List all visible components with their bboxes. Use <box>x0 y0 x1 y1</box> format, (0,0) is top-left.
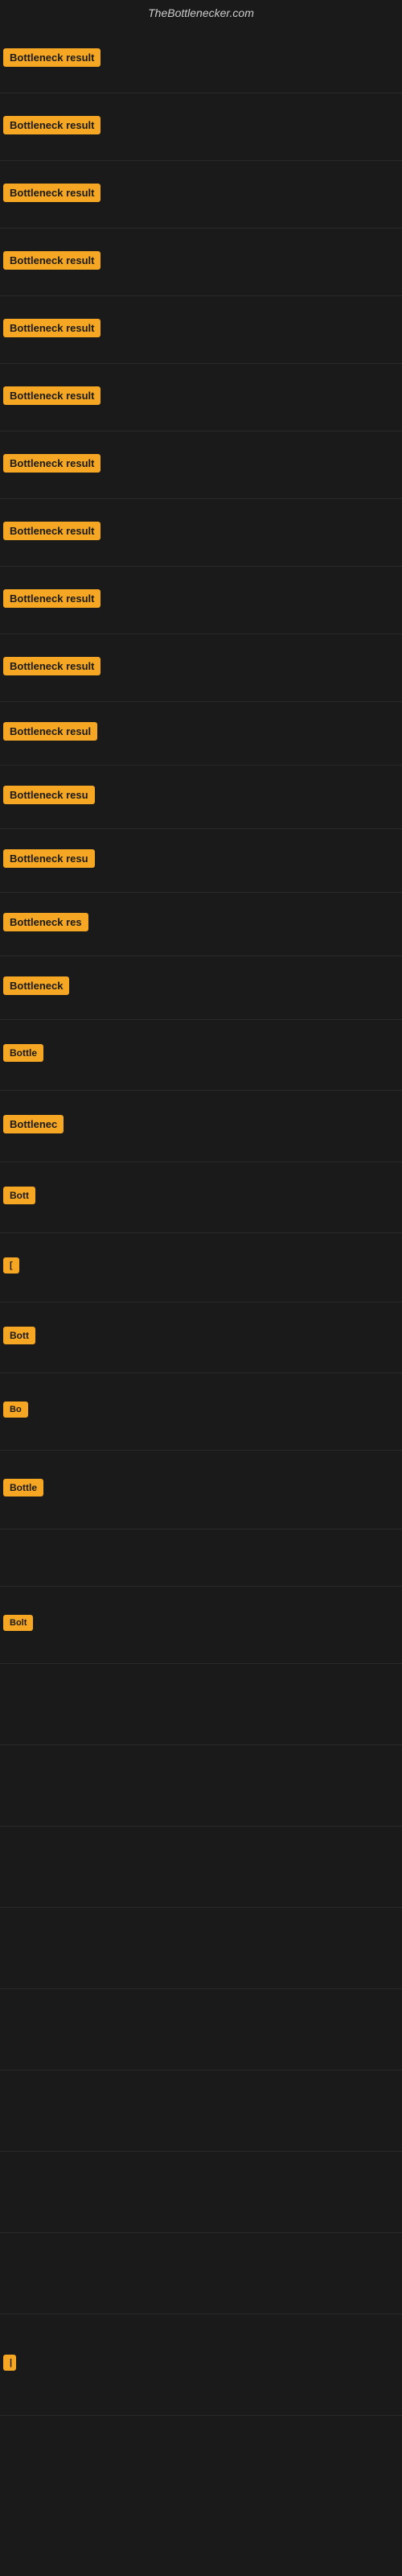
bottleneck-result-badge[interactable]: Bottleneck result <box>3 657 100 675</box>
list-item: Bottleneck result <box>0 229 402 296</box>
bottleneck-result-badge[interactable]: Bottleneck result <box>3 184 100 202</box>
bottleneck-result-badge[interactable]: Bottleneck result <box>3 454 100 473</box>
bottleneck-result-badge[interactable]: Bottleneck <box>3 976 69 995</box>
bottleneck-result-badge[interactable]: Bottleneck result <box>3 319 100 337</box>
list-item: Bottleneck result <box>0 499 402 567</box>
list-item <box>0 2233 402 2314</box>
list-item: Bottleneck result <box>0 161 402 229</box>
site-title: TheBottlenecker.com <box>0 0 402 26</box>
list-item: Bottleneck resu <box>0 766 402 829</box>
list-item <box>0 1530 402 1587</box>
bottleneck-result-badge[interactable]: Bott <box>3 1327 35 1344</box>
list-item: Bottleneck result <box>0 296 402 364</box>
bottleneck-result-badge[interactable]: Bottleneck result <box>3 116 100 134</box>
bottleneck-result-badge[interactable]: Bottleneck resul <box>3 722 97 741</box>
list-item: Bottleneck resul <box>0 702 402 766</box>
list-item: Bottleneck result <box>0 93 402 161</box>
list-item: Bottleneck result <box>0 431 402 499</box>
list-item: Bottleneck resu <box>0 829 402 893</box>
bottleneck-result-badge[interactable]: Bottleneck res <box>3 913 88 931</box>
list-item: Bottle <box>0 1451 402 1530</box>
list-item <box>0 1745 402 1827</box>
list-item: Bott <box>0 1162 402 1233</box>
bottleneck-result-badge[interactable]: Bottleneck result <box>3 48 100 67</box>
bottleneck-result-badge[interactable]: Bottleneck resu <box>3 786 95 804</box>
list-item <box>0 1664 402 1745</box>
bottleneck-result-badge[interactable]: Bottleneck result <box>3 589 100 608</box>
list-item <box>0 1908 402 1989</box>
bottleneck-result-badge[interactable]: Bo <box>3 1402 28 1418</box>
list-item: Bottleneck result <box>0 364 402 431</box>
list-item: Bottlenec <box>0 1091 402 1162</box>
list-item <box>0 2070 402 2152</box>
list-item <box>0 1989 402 2070</box>
bottleneck-result-badge[interactable]: Bottleneck result <box>3 522 100 540</box>
bottleneck-result-badge[interactable]: Bottleneck result <box>3 251 100 270</box>
list-item <box>0 2152 402 2233</box>
list-item: [ <box>0 1233 402 1302</box>
list-item: Bottleneck <box>0 956 402 1020</box>
list-item: | <box>0 2314 402 2416</box>
list-item: Bo <box>0 1373 402 1451</box>
bottleneck-result-badge[interactable]: Bottleneck result <box>3 386 100 405</box>
list-item: Bottleneck res <box>0 893 402 956</box>
list-item: Bolt <box>0 1587 402 1664</box>
bottleneck-result-badge[interactable]: Bottleneck resu <box>3 849 95 868</box>
list-item <box>0 1827 402 1908</box>
bottleneck-result-badge[interactable]: Bottlenec <box>3 1115 64 1133</box>
bottleneck-result-badge[interactable]: | <box>3 2355 16 2371</box>
list-item: Bottleneck result <box>0 634 402 702</box>
bottleneck-result-badge[interactable]: Bolt <box>3 1615 33 1631</box>
list-item: Bottleneck result <box>0 567 402 634</box>
bottleneck-result-badge[interactable]: Bottle <box>3 1044 43 1062</box>
bottleneck-result-badge[interactable]: Bottle <box>3 1479 43 1496</box>
bottleneck-result-badge[interactable]: Bott <box>3 1187 35 1204</box>
bottleneck-result-badge[interactable]: [ <box>3 1257 19 1274</box>
list-item: Bottleneck result <box>0 26 402 93</box>
list-item: Bottle <box>0 1020 402 1091</box>
list-item: Bott <box>0 1302 402 1373</box>
